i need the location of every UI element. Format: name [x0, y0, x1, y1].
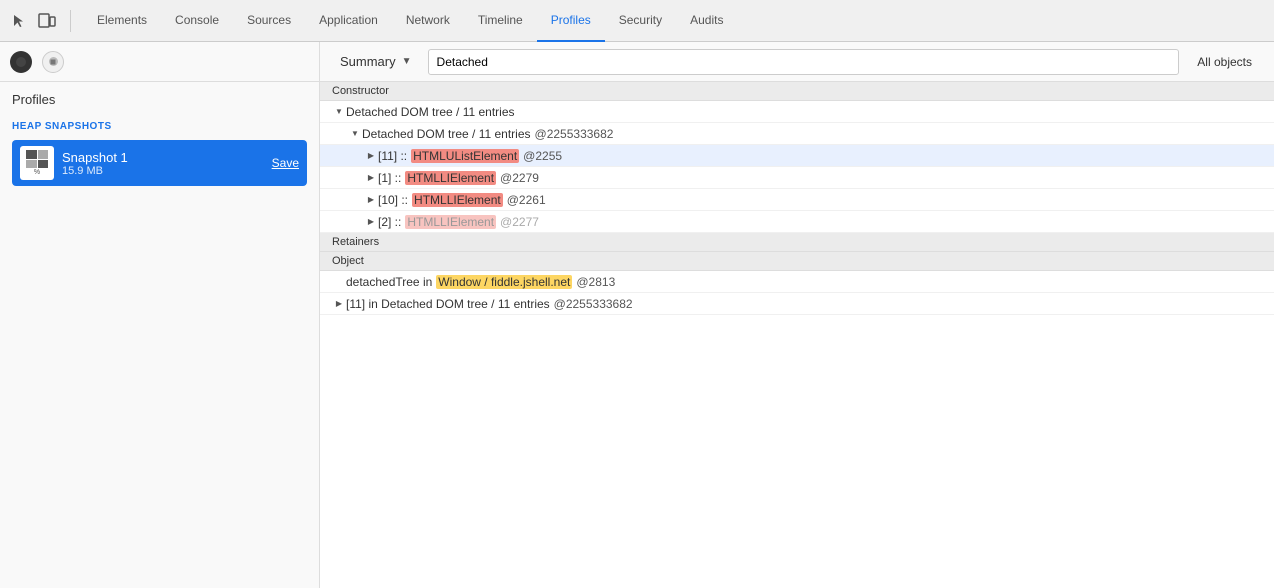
- tree-toggle-icon[interactable]: ▼: [332, 105, 346, 119]
- snapshot-info: Snapshot 1 15.9 MB: [62, 150, 264, 177]
- object-header: Object: [320, 252, 1274, 271]
- snapshot-save-button[interactable]: Save: [272, 156, 299, 170]
- sidebar-toolbar: [0, 42, 319, 82]
- sidebar: Profiles HEAP SNAPSHOTS % Snapshot 1 15.…: [0, 42, 320, 588]
- tree-toggle-icon[interactable]: ▶: [332, 297, 346, 311]
- table-row[interactable]: ▶ [1] :: HTMLLIElement @2279: [320, 167, 1274, 189]
- table-row[interactable]: ▶ [11] :: HTMLUListElement @2255: [320, 145, 1274, 167]
- tab-console[interactable]: Console: [161, 0, 233, 42]
- tab-elements[interactable]: Elements: [83, 0, 161, 42]
- tab-timeline[interactable]: Timeline: [464, 0, 537, 42]
- tree-toggle-icon[interactable]: ▶: [364, 171, 378, 185]
- sidebar-content: Profiles HEAP SNAPSHOTS % Snapshot 1 15.…: [0, 82, 319, 588]
- summary-label: Summary: [340, 54, 396, 69]
- profiles-title: Profiles: [12, 92, 307, 107]
- retainers-header: Retainers: [320, 233, 1274, 252]
- tree-toggle-icon[interactable]: ▼: [348, 127, 362, 141]
- constructor-header: Constructor: [320, 82, 1274, 101]
- devtools-icons: [8, 10, 71, 32]
- device-toggle-icon[interactable]: [36, 10, 58, 32]
- table-row[interactable]: ▼ Detached DOM tree / 11 entries @225533…: [320, 123, 1274, 145]
- summary-dropdown[interactable]: Summary ▼: [332, 50, 420, 73]
- tab-profiles[interactable]: Profiles: [537, 0, 605, 42]
- snapshot-size: 15.9 MB: [62, 165, 264, 177]
- heap-snapshots-label: HEAP SNAPSHOTS: [12, 121, 307, 132]
- stop-button[interactable]: [42, 51, 64, 73]
- snapshot-item[interactable]: % Snapshot 1 15.9 MB Save: [12, 140, 307, 186]
- table-row[interactable]: ▶ [10] :: HTMLLIElement @2261: [320, 189, 1274, 211]
- tree-toggle-icon[interactable]: ▶: [364, 149, 378, 163]
- table-row[interactable]: ▶ detachedTree in Window / fiddle.jshell…: [320, 271, 1274, 293]
- all-objects-button[interactable]: All objects: [1187, 51, 1262, 73]
- dropdown-arrow-icon: ▼: [402, 56, 412, 67]
- snapshot-icon: %: [20, 146, 54, 180]
- tab-audits[interactable]: Audits: [676, 0, 737, 42]
- snapshot-name: Snapshot 1: [62, 150, 264, 165]
- filter-input[interactable]: [428, 49, 1180, 75]
- content-toolbar: Summary ▼ All objects: [320, 42, 1274, 82]
- tab-network[interactable]: Network: [392, 0, 464, 42]
- content-area: Summary ▼ All objects Constructor ▼ Deta…: [320, 42, 1274, 588]
- tree-toggle-icon[interactable]: ▶: [364, 193, 378, 207]
- table-row[interactable]: ▼ Detached DOM tree / 11 entries: [320, 101, 1274, 123]
- table-area: Constructor ▼ Detached DOM tree / 11 ent…: [320, 82, 1274, 588]
- tab-bar: Elements Console Sources Application Net…: [0, 0, 1274, 42]
- table-row[interactable]: ▶ [2] :: HTMLLIElement @2277: [320, 211, 1274, 233]
- cursor-icon[interactable]: [8, 10, 30, 32]
- tab-application[interactable]: Application: [305, 0, 392, 42]
- main-layout: Profiles HEAP SNAPSHOTS % Snapshot 1 15.…: [0, 42, 1274, 588]
- table-row[interactable]: ▶ [11] in Detached DOM tree / 11 entries…: [320, 293, 1274, 315]
- tree-toggle-icon[interactable]: ▶: [364, 215, 378, 229]
- tab-security[interactable]: Security: [605, 0, 676, 42]
- record-button[interactable]: [10, 51, 32, 73]
- tab-sources[interactable]: Sources: [233, 0, 305, 42]
